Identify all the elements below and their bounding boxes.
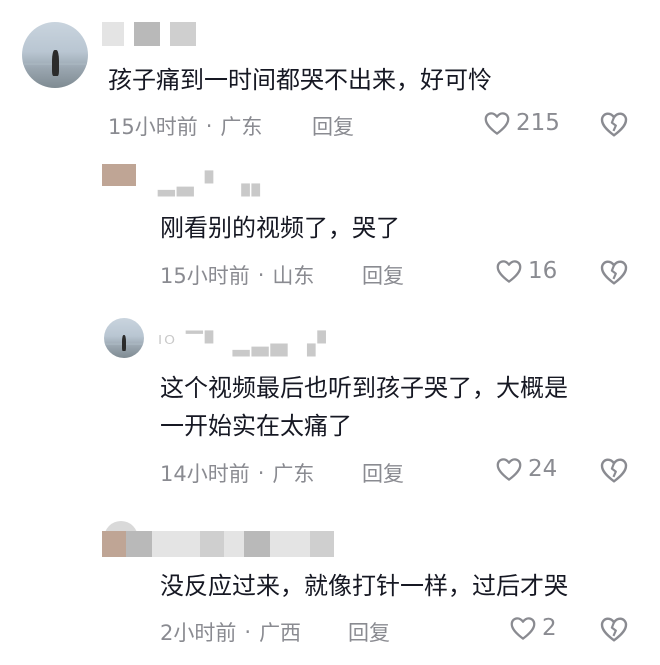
like-count: 215 [516, 110, 560, 136]
comment-location: 广东 [220, 115, 263, 139]
reply-button[interactable]: 回复 [348, 617, 390, 647]
blur-block [224, 531, 244, 557]
comment-text: 没反应过来，就像打针一样，过后才哭 [160, 572, 568, 600]
comment-text: 刚看别的视频了，哭了 [160, 214, 400, 242]
reply-button[interactable]: 回复 [362, 458, 404, 488]
like-button[interactable]: 16 [494, 256, 557, 286]
avatar-figure [122, 334, 127, 351]
reply-comment-item: ▂▃ ▘ ▗▖ 刚看别的视频了，哭了 15小时前 · 山东 回复 16 [0, 150, 660, 300]
meta-separator: · [257, 263, 265, 287]
like-count: 16 [528, 258, 558, 284]
broken-heart-icon [600, 260, 628, 285]
heart-outline-icon [496, 260, 522, 283]
comment-location: 山东 [272, 264, 315, 288]
reply-comment-item: 没反应过来，就像打针一样，过后才哭 2小时前 · 广西 回复 2 [0, 515, 660, 665]
comment-time: 2小时前 [160, 621, 237, 645]
dislike-button[interactable] [598, 613, 630, 649]
meta-separator: · [257, 461, 265, 485]
avatar[interactable] [104, 318, 144, 358]
blur-block [310, 531, 334, 557]
avatar[interactable] [22, 22, 88, 88]
blur-block [102, 164, 136, 186]
heart-outline-icon [496, 458, 522, 481]
broken-heart-icon [600, 458, 628, 483]
blur-block [102, 531, 126, 557]
dislike-button[interactable] [598, 454, 630, 490]
blur-block [244, 531, 270, 557]
meta-separator: · [244, 620, 252, 644]
blur-block [174, 531, 200, 557]
comment-text: 孩子痛到一时间都哭不出来，好可怜 [108, 66, 492, 94]
reply-button[interactable]: 回复 [312, 111, 354, 141]
username-blurred[interactable] [102, 531, 334, 557]
reply-comment-item: ᴵᴼ ▔▘ ▂▃▄ ▗▘ 这个视频最后也听到孩子哭了，大概是 一开始实在太痛了 … [0, 310, 660, 505]
username-blurred[interactable] [102, 164, 146, 186]
comment-time: 15小时前 [108, 115, 198, 139]
like-count: 24 [528, 456, 558, 482]
broken-heart-icon [600, 112, 628, 137]
reply-button[interactable]: 回复 [362, 260, 404, 290]
like-button[interactable]: 215 [482, 108, 560, 138]
heart-outline-icon [510, 617, 536, 640]
comment-meta: 15小时前 · 广东 [108, 111, 262, 141]
avatar-figure [52, 49, 59, 77]
blur-block [134, 22, 160, 46]
dislike-button[interactable] [598, 108, 630, 144]
blur-block [270, 531, 292, 557]
broken-heart-icon [600, 617, 628, 642]
comment-text: 这个视频最后也听到孩子哭了，大概是 一开始实在太痛了 [160, 374, 568, 440]
username-blurred[interactable] [102, 22, 206, 46]
comment-meta: 14小时前 · 广东 [160, 458, 314, 488]
like-button[interactable]: 24 [494, 454, 557, 484]
comment-location: 广西 [259, 621, 302, 645]
blur-block [126, 531, 152, 557]
comment-item: 孩子痛到一时间都哭不出来，好可怜 15小时前 · 广东 回复 215 [0, 0, 660, 145]
comment-location: 广东 [272, 462, 315, 486]
meta-separator: · [205, 114, 213, 138]
comment-meta: 2小时前 · 广西 [160, 617, 301, 647]
username-faint: ▂▃ ▘ ▗▖ [158, 172, 271, 197]
comment-time: 14小时前 [160, 462, 250, 486]
blur-block [200, 531, 224, 557]
blur-block [170, 22, 196, 46]
comment-time: 15小时前 [160, 264, 250, 288]
dislike-button[interactable] [598, 256, 630, 292]
comment-meta: 15小时前 · 山东 [160, 260, 314, 290]
blur-block [292, 531, 310, 557]
like-count: 2 [542, 615, 557, 641]
blur-block [152, 531, 174, 557]
heart-outline-icon [484, 112, 510, 135]
blur-block [102, 22, 124, 46]
username-faint: ᴵᴼ ▔▘ ▂▃▄ ▗▘ [158, 332, 337, 357]
like-button[interactable]: 2 [508, 613, 557, 643]
